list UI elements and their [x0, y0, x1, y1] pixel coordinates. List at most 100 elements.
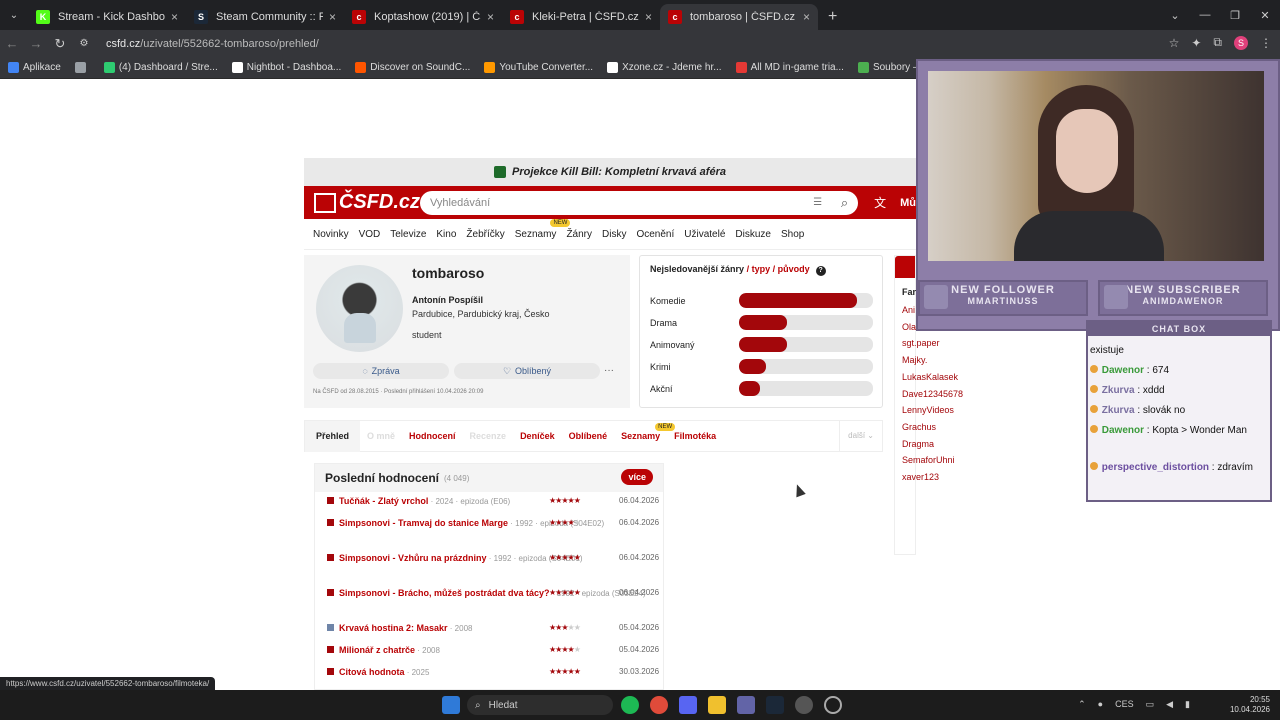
menu-item[interactable]: Novinky: [313, 229, 349, 240]
extension-icon[interactable]: ✦: [1191, 36, 1201, 50]
rating-title-link[interactable]: Tučňák - Zlatý vrchol: [339, 496, 428, 506]
menu-item[interactable]: Shop: [781, 229, 804, 240]
friend-link[interactable]: LukasKalasek: [902, 372, 958, 382]
menu-item[interactable]: Ocenění: [636, 229, 674, 240]
rating-title-link[interactable]: Citová hodnota: [339, 667, 405, 677]
csfd-logo[interactable]: ČSFD.cz: [314, 191, 420, 214]
language-indicator[interactable]: CES: [1115, 699, 1134, 710]
tab-search-icon[interactable]: ⌄: [0, 0, 28, 30]
tab-close-icon[interactable]: ×: [487, 10, 494, 24]
site-info-icon[interactable]: ⚙: [72, 38, 96, 49]
menu-item[interactable]: Diskuze: [735, 229, 771, 240]
friend-link[interactable]: SemaforUhni: [902, 455, 955, 465]
bookmark-item[interactable]: (4) Dashboard / Stre...: [103, 62, 218, 73]
tab-close-icon[interactable]: ×: [803, 10, 810, 24]
menu-item[interactable]: VOD: [359, 229, 381, 240]
help-icon[interactable]: ?: [815, 266, 826, 276]
menu-item[interactable]: Žánry: [566, 229, 592, 240]
reload-icon[interactable]: ↻: [48, 36, 72, 52]
menu-item[interactable]: Televize: [390, 229, 426, 240]
more-options-button[interactable]: ···: [604, 365, 614, 376]
browser-tab[interactable]: K Stream - Kick Dashboard ×: [28, 4, 186, 30]
bookmark-item[interactable]: All MD in-game tria...: [735, 62, 844, 73]
back-icon[interactable]: ←: [0, 36, 24, 51]
tab-close-icon[interactable]: ×: [171, 10, 178, 24]
rating-title-link[interactable]: Milionář z chatrče: [339, 645, 415, 655]
tabs-more-dropdown[interactable]: další ⌄: [839, 421, 882, 451]
app-icon[interactable]: [824, 696, 842, 714]
search-input[interactable]: Vyhledávání ☰ ⌕: [420, 190, 859, 215]
menu-item[interactable]: Disky: [602, 229, 626, 240]
bookmark-item[interactable]: Discover on SoundC...: [355, 62, 470, 73]
discord-icon[interactable]: [679, 696, 697, 714]
favorite-button[interactable]: ♡ Oblíbený: [454, 363, 600, 379]
start-icon[interactable]: [442, 696, 460, 714]
rating-title-link[interactable]: Simpsonovi - Brácho, můžeš postrádat dva…: [339, 588, 550, 598]
search-icon[interactable]: ⌕: [841, 195, 848, 211]
microphone-icon[interactable]: ●: [1098, 699, 1103, 710]
profile-tab[interactable]: Oblíbené: [562, 431, 615, 441]
volume-icon[interactable]: ◀: [1166, 699, 1173, 710]
bookmark-star-icon[interactable]: ☆: [1169, 36, 1180, 50]
bookmark-item[interactable]: Aplikace: [8, 62, 61, 73]
clock[interactable]: 20:55 10.04.2026: [1230, 695, 1270, 715]
tab-close-icon[interactable]: ×: [645, 10, 652, 24]
genres-origins-link[interactable]: původy: [778, 264, 810, 274]
chrome-icon[interactable]: [650, 696, 668, 714]
friend-link[interactable]: Dave12345678: [902, 389, 963, 399]
new-tab-button[interactable]: +: [818, 4, 847, 30]
profile-tab[interactable]: Filmotéka: [667, 431, 723, 441]
teams-icon[interactable]: [737, 696, 755, 714]
bookmark-item[interactable]: [74, 62, 90, 73]
more-ratings-button[interactable]: více: [621, 469, 653, 485]
bookmark-item[interactable]: YouTube Converter...: [484, 62, 593, 73]
rating-title-link[interactable]: Krvavá hostina 2: Masakr: [339, 623, 448, 633]
translate-icon[interactable]: 文: [874, 194, 886, 211]
friend-link[interactable]: LennyVideos: [902, 405, 954, 415]
rating-title-link[interactable]: Simpsonovi - Tramvaj do stanice Marge: [339, 518, 508, 528]
bookmark-item[interactable]: Nightbot - Dashboa...: [231, 62, 341, 73]
spotify-icon[interactable]: [621, 696, 639, 714]
friend-link[interactable]: sgt.paper: [902, 338, 940, 348]
browser-tab[interactable]: c tombaroso | ČSFD.cz ×: [660, 4, 818, 30]
profile-avatar-icon[interactable]: S: [1234, 35, 1248, 50]
profile-tab[interactable]: Přehled: [305, 420, 361, 452]
file-explorer-icon[interactable]: [708, 696, 726, 714]
minimize-icon[interactable]: —: [1190, 0, 1220, 30]
obs-icon[interactable]: [795, 696, 813, 714]
bookmark-item[interactable]: Xzone.cz - Jdeme hr...: [607, 62, 722, 73]
profile-tab[interactable]: Deníček: [513, 431, 562, 441]
taskbar-search[interactable]: ⌕ Hledat: [467, 695, 613, 715]
battery-icon[interactable]: ▮: [1185, 699, 1190, 710]
browser-menu-icon[interactable]: ⋮: [1260, 36, 1272, 50]
menu-item[interactable]: Žebříčky: [466, 229, 504, 240]
menu-item[interactable]: Uživatelé: [684, 229, 725, 240]
genres-types-link[interactable]: typy: [752, 264, 771, 274]
friend-link[interactable]: Grachus: [902, 422, 936, 432]
friend-link[interactable]: Majky.: [902, 355, 927, 365]
maximize-icon[interactable]: ❐: [1220, 0, 1250, 30]
steam-icon[interactable]: [766, 696, 784, 714]
promo-banner[interactable]: Projekce Kill Bill: Kompletní krvavá afé…: [304, 158, 916, 186]
filter-icon[interactable]: ☰: [813, 197, 822, 208]
tab-list-icon[interactable]: ⌄: [1160, 0, 1190, 30]
network-icon[interactable]: ▭: [1146, 699, 1155, 710]
profile-tab[interactable]: Hodnocení: [402, 431, 463, 441]
message-button[interactable]: ◌ Zpráva: [313, 363, 449, 379]
tray-expand-icon[interactable]: ⌃: [1078, 699, 1086, 710]
rating-title-link[interactable]: Simpsonovi - Vzhůru na prázdniny: [339, 553, 487, 563]
url-field[interactable]: csfd.cz/uzivatel/552662-tombaroso/prehle…: [106, 38, 319, 50]
profile-tab[interactable]: Seznamy NEW: [614, 423, 676, 441]
extensions-puzzle-icon[interactable]: ⧉: [1213, 35, 1222, 50]
browser-tab[interactable]: c Koptashow (2019) | ČSFD.cz ×: [344, 4, 502, 30]
browser-tab[interactable]: c Kleki-Petra | ČSFD.cz ×: [502, 4, 660, 30]
browser-tab[interactable]: S Steam Community :: Fallout_Sp ×: [186, 4, 344, 30]
friend-link[interactable]: Ani: [902, 305, 915, 315]
close-window-icon[interactable]: ✕: [1250, 0, 1280, 30]
tab-close-icon[interactable]: ×: [329, 10, 336, 24]
menu-item[interactable]: Seznamy NEW: [515, 218, 571, 240]
user-menu-label[interactable]: Mů: [900, 197, 916, 209]
menu-item[interactable]: Kino: [436, 229, 456, 240]
friend-link[interactable]: xaver123: [902, 472, 939, 482]
friend-link[interactable]: Dragma: [902, 439, 934, 449]
